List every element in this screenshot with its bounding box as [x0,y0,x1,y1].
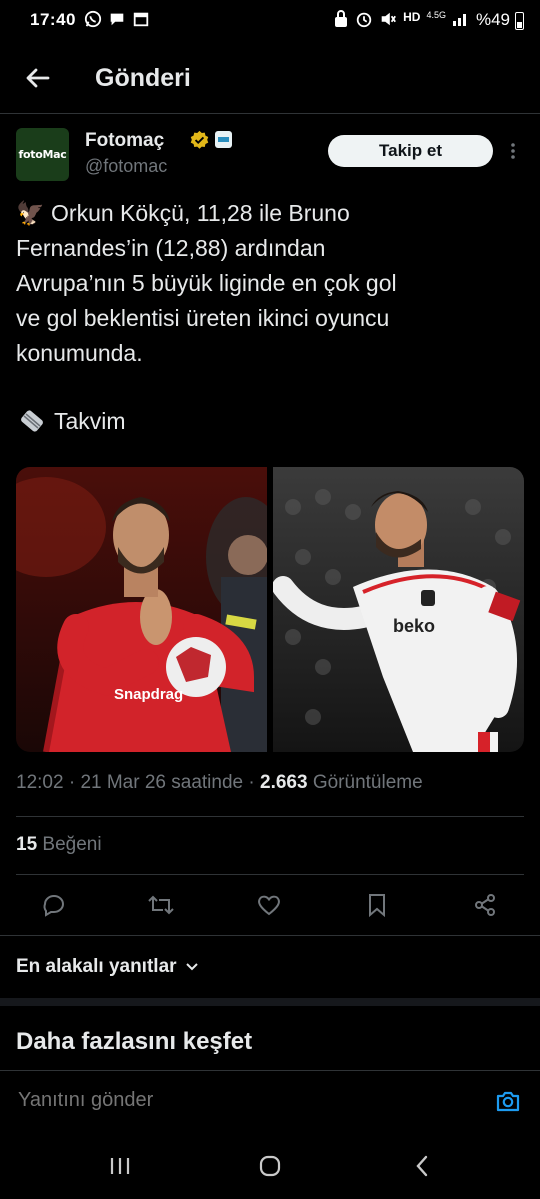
like-button[interactable] [249,885,289,925]
hd-volte-indicator: HD [403,10,421,24]
page-title: Gönderi [95,64,191,92]
tweet-text-line: Avrupa’nın 5 büyük liginde en çok gol [16,270,397,296]
shirt-sponsor-left: Snapdrag [114,686,183,703]
top-app-bar: Gönderi [0,40,540,114]
likes-count: 15 [16,834,38,855]
meta-separator: · [68,772,81,793]
status-bar: 17:40 HD 4.5G %49 [0,0,540,40]
section-separator [0,998,540,1006]
tweet-text-line: konumunda. [16,340,143,366]
author-handle[interactable]: @fotomac [85,156,167,177]
home-icon [259,1155,281,1177]
tweet-media-grid: Snapdrag beko [16,467,524,752]
alarm-icon [356,12,372,28]
bookmark-button[interactable] [357,885,397,925]
back-arrow-icon[interactable] [22,62,54,94]
tweet-date: 21 Mar 26 saatinde [80,772,244,793]
share-icon [475,894,495,916]
avatar[interactable]: fotoMac [16,128,69,181]
signal-icon [453,14,466,26]
lock-icon [335,10,348,27]
media-photo-left[interactable]: Snapdrag [16,467,267,752]
newspaper-icon [21,410,43,432]
views-count: 2.663 [260,772,308,793]
back-chevron-icon [416,1155,428,1177]
home-button[interactable] [250,1151,290,1181]
mute-icon [381,12,397,26]
status-system-icons: HD 4.5G [333,10,470,28]
more-options-icon[interactable] [505,140,521,162]
tweet-text-line: ve gol beklentisi üreten ikinci oyuncu [16,305,390,331]
tweet-text-line: 🦅 Orkun Kökçü, 11,28 ile Bruno [16,200,350,226]
reply-input[interactable] [16,1088,460,1113]
status-notification-icons [84,10,150,28]
media-photo-right[interactable]: beko [273,467,524,752]
tweet-text-line: Fernandes’in (12,88) ardından [16,235,326,261]
views-label: Görüntüleme [312,772,423,793]
bookmark-icon [369,894,385,918]
back-button[interactable] [402,1151,442,1181]
tweet-source: Takvim [16,406,126,436]
tweet-action-bar [0,885,540,925]
tweet-meta: 12:02 · 21 Mar 26 saatinde · 2.663 Görün… [16,772,423,794]
camera-icon[interactable] [494,1087,522,1115]
source-label: Takvim [54,407,126,434]
likes-label: Beğeni [42,834,102,855]
battery-icon [515,12,524,30]
repost-button[interactable] [141,885,181,925]
reply-composer [0,1070,540,1132]
follow-button[interactable]: Takip et [328,135,493,167]
reply-sort-dropdown[interactable]: En alakalı yanıtlar [16,956,199,978]
status-time: 17:40 [30,10,76,29]
recent-apps-icon [110,1158,130,1174]
chevron-down-icon [185,963,198,971]
tweet-text: 🦅 Orkun Kökçü, 11,28 ile Bruno Fernandes… [16,196,516,371]
heart-icon [258,895,280,916]
chat-bubble-icon [110,13,124,26]
affiliate-badge-icon [215,131,232,148]
whatsapp-icon [84,10,102,28]
meta-separator: · [248,772,260,793]
shirt-sponsor-right: beko [393,616,435,636]
repost-icon [148,895,174,915]
reply-icon [43,895,64,917]
reply-button[interactable] [34,885,74,925]
tweet-time: 12:02 [16,772,64,793]
reply-sort-label: En alakalı yanıtlar [16,956,177,977]
likes-stat[interactable]: 15 Beğeni [16,834,102,856]
battery-percent: %49 [475,10,510,29]
system-navigation-bar [0,1131,540,1199]
divider [0,935,540,936]
verified-badge-icon [190,130,209,149]
recent-apps-button[interactable] [100,1151,140,1181]
share-button[interactable] [465,885,505,925]
author-name[interactable]: Fotomaç [85,130,164,152]
calendar-icon [133,12,149,27]
network-type: 4.5G [426,10,446,20]
discover-more-heading: Daha fazlasını keşfet [16,1028,253,1055]
divider [16,874,524,875]
avatar-logo-text: fotoMac [18,148,67,161]
divider [16,816,524,817]
